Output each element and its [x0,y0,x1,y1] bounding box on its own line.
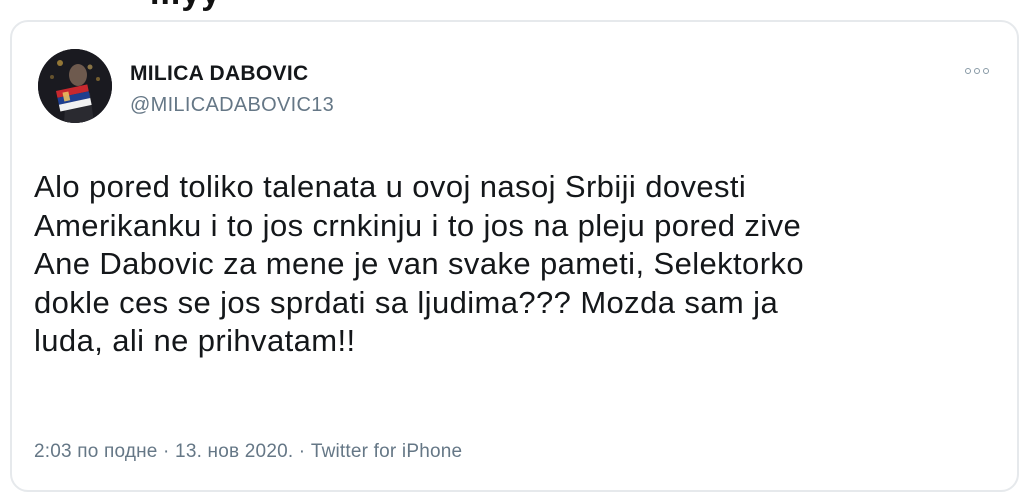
cropped-header-text: ...уу [150,0,221,13]
avatar-image [38,49,112,123]
cropped-header: ...уу [0,0,1024,14]
avatar[interactable] [38,49,112,123]
more-dot [983,68,989,74]
more-options-icon[interactable] [965,64,995,78]
tweet-card: MILICA DABOVIC @MILICADABOVIC13 Alo pore… [10,20,1019,492]
author-handle[interactable]: @MILICADABOVIC13 [130,94,334,117]
tweet-meta[interactable]: 2:03 по подне · 13. нов 2020. · Twitter … [34,441,462,463]
more-dot [965,68,971,74]
tweet-text: Alo pored toliko talenata u ovoj nasoj S… [34,169,804,358]
author-name[interactable]: MILICA DABOVIC [130,62,308,86]
more-dot [974,68,980,74]
